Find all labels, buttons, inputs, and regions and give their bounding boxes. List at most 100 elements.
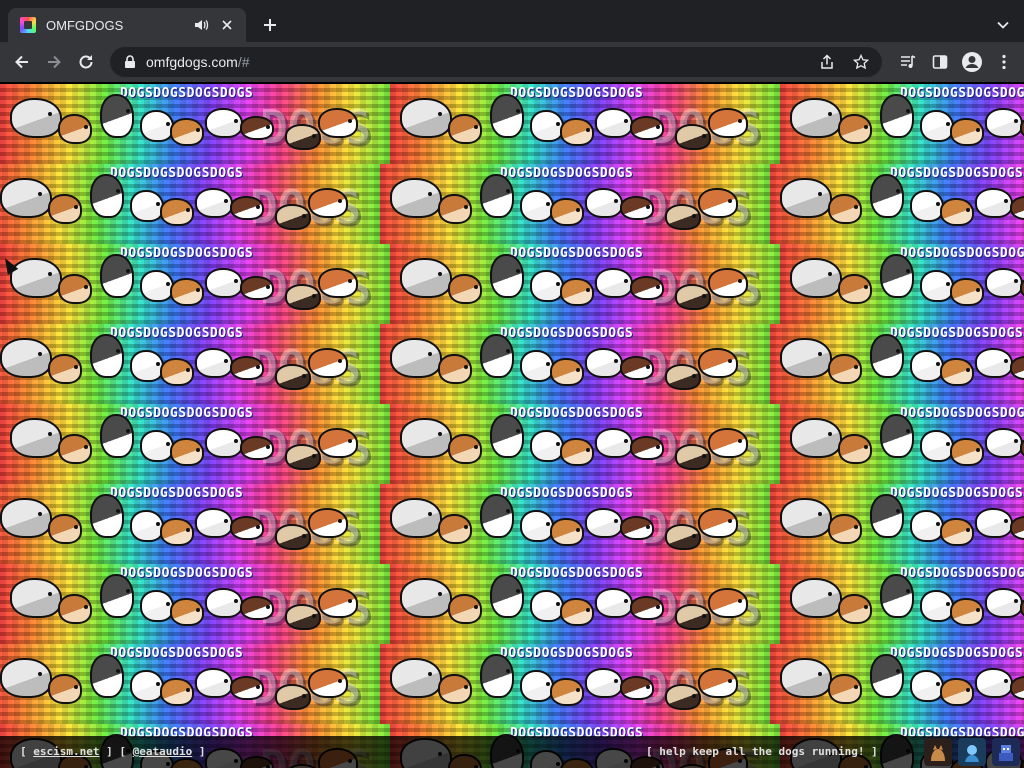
pixel-dog-icon — [285, 604, 321, 630]
dog-eye — [656, 285, 660, 289]
close-icon[interactable] — [218, 16, 236, 34]
dog-eye — [312, 294, 316, 298]
pixel-dog-icon — [240, 116, 274, 140]
dog-eye — [546, 202, 550, 206]
dog-eye — [702, 134, 706, 138]
plus-icon — [264, 19, 276, 31]
dog-eye — [576, 688, 580, 692]
pixel-dog-icon — [675, 604, 711, 630]
dog-eye — [828, 432, 832, 436]
url-text[interactable]: omfgdogs.com/# — [146, 54, 816, 70]
pixel-dog-icon — [985, 588, 1023, 618]
kebab-menu-icon[interactable] — [990, 48, 1018, 76]
donate-text[interactable]: [ help keep all the dogs running! ] — [646, 745, 878, 758]
address-bar[interactable]: omfgdogs.com/# — [110, 47, 882, 77]
forward-button[interactable] — [40, 48, 68, 76]
pixel-dog-icon — [230, 516, 264, 540]
dog-eye — [224, 679, 228, 683]
speaker-icon[interactable] — [192, 16, 210, 34]
dog-eye — [586, 448, 590, 452]
dog-eye — [348, 599, 352, 603]
dog-eye — [656, 125, 660, 129]
dog-eye — [1014, 439, 1018, 443]
dog-eye — [864, 285, 868, 289]
dog-tile: DOGSDOGSDOGSDOGSDOGS — [380, 484, 770, 564]
dog-tile: DOGSDOGSDOGSDOGSDOGS — [0, 564, 390, 644]
pixel-dog-icon — [308, 348, 348, 378]
pixel-dog-icon — [940, 518, 974, 546]
pixel-dog-icon — [520, 510, 554, 542]
pixel-character-icon[interactable] — [992, 738, 1020, 766]
pixel-dog-icon — [285, 444, 321, 470]
dog-eye — [516, 429, 520, 433]
pixel-dog-icon — [90, 654, 124, 698]
footer-bracket: ] — [192, 745, 206, 758]
pixel-dog-icon — [708, 428, 748, 458]
pixel-dog-icon — [130, 190, 164, 222]
pixel-dog-icon — [275, 204, 311, 230]
dog-eye — [946, 282, 950, 286]
escism-link[interactable]: escism.net — [33, 745, 99, 758]
dog-eye — [556, 282, 560, 286]
pixel-dog-icon — [870, 494, 904, 538]
pixel-dog-icon — [195, 188, 233, 218]
dog-eye — [428, 352, 432, 356]
dog-eye — [74, 365, 78, 369]
dog-eye — [464, 365, 468, 369]
dog-eye — [126, 109, 130, 113]
dog-eye — [646, 685, 650, 689]
dog-eye — [234, 119, 238, 123]
media-controls-icon[interactable] — [894, 48, 922, 76]
pixel-dog-icon — [880, 94, 914, 138]
side-panel-icon[interactable] — [926, 48, 954, 76]
pixel-dog-icon — [675, 284, 711, 310]
eataudio-link[interactable]: @eataudio — [133, 745, 193, 758]
star-icon[interactable] — [850, 51, 872, 73]
dog-tile: DOGSDOGSDOGSDOGSDOGS — [0, 404, 390, 484]
pixel-dog-icon — [10, 578, 62, 618]
pixel-dog-icon — [480, 334, 514, 378]
character-avatar-icon[interactable] — [958, 738, 986, 766]
new-tab-button[interactable] — [258, 13, 282, 37]
pixel-dog-icon — [390, 178, 442, 218]
tab-search-button[interactable] — [992, 14, 1014, 36]
dog-eye — [854, 525, 858, 529]
pixel-dog-icon — [1010, 356, 1024, 380]
dog-eye — [428, 672, 432, 676]
pixel-dog-icon — [438, 674, 472, 704]
pixel-dog-icon — [550, 198, 584, 226]
dog-eye — [338, 359, 342, 363]
dog-eye — [906, 589, 910, 593]
pixel-dog-icon — [950, 278, 984, 306]
pixel-dog-icon — [480, 654, 514, 698]
back-button[interactable] — [8, 48, 36, 76]
pixel-dog-icon — [10, 418, 62, 458]
profile-icon[interactable] — [958, 48, 986, 76]
dog-eye — [312, 614, 316, 618]
dog-tile: DOGSDOGSDOGSDOGSDOGS — [770, 324, 1024, 404]
dog-eye — [506, 349, 510, 353]
dog-tile: DOGSDOGSDOGSDOGSDOGS — [780, 404, 1024, 484]
dog-tile: DOGSDOGSDOGSDOGSDOGS — [0, 164, 380, 244]
share-icon[interactable] — [816, 51, 838, 73]
tile-dogs-text: DOGSDOGSDOGSDOGS — [110, 326, 244, 341]
page-content[interactable]: DOGSDOGSDOGSDOGS DOGSDOGSDOGSDOGS DOGSDOGS… — [0, 82, 1024, 768]
dog-eye — [828, 592, 832, 596]
cat-avatar-icon[interactable] — [924, 738, 952, 766]
dog-tile: DOGSDOGSDOGSDOGSDOGS — [780, 564, 1024, 644]
reload-button[interactable] — [72, 48, 100, 76]
dog-eye — [646, 525, 650, 529]
dog-eye — [38, 672, 42, 676]
tile-dogs-text: DOGSDOGSDOGSDOGS — [500, 166, 634, 181]
lock-icon[interactable] — [122, 54, 138, 70]
tab-title: OMFGDOGS — [46, 17, 124, 33]
tab-active[interactable]: OMFGDOGS — [8, 8, 246, 42]
dog-eye — [74, 205, 78, 209]
dog-eye — [84, 285, 88, 289]
tile-dogs-text: DOGSDOGSDOGSDOGS — [890, 486, 1024, 501]
pixel-dog-icon — [48, 674, 82, 704]
dog-eye — [428, 192, 432, 196]
dog-eye — [516, 589, 520, 593]
pixel-dog-icon — [790, 98, 842, 138]
dog-eye — [302, 374, 306, 378]
